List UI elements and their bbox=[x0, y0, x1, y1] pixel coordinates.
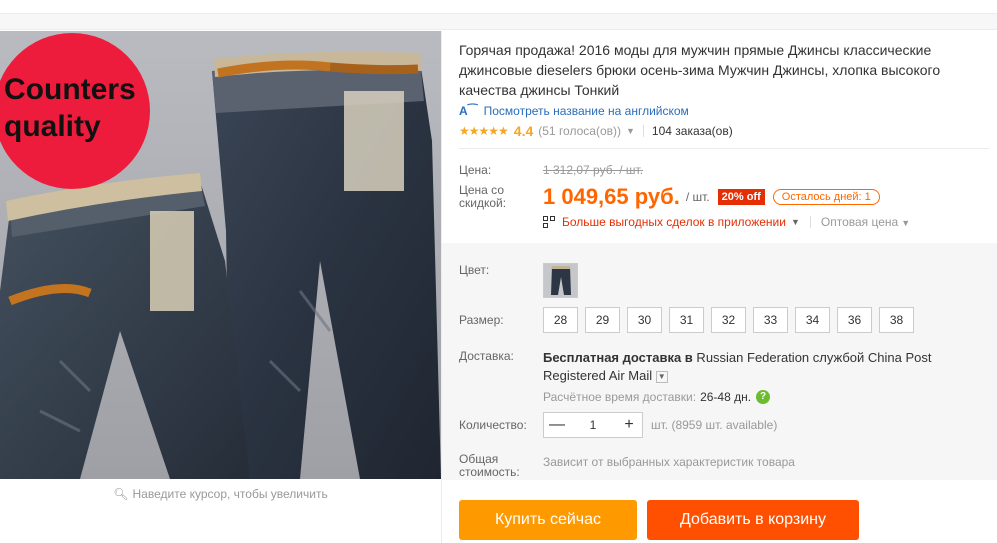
increase-button[interactable]: + bbox=[616, 413, 642, 437]
rating-stars-icon: ★★★★★ bbox=[459, 124, 509, 138]
top-bar bbox=[0, 0, 997, 14]
chevron-down-icon[interactable]: ▼ bbox=[626, 126, 635, 136]
badge-text-1: Counters bbox=[4, 73, 136, 106]
delivery-time: Расчётное время доставки: 26-48 дн. ? bbox=[543, 390, 987, 404]
color-option[interactable] bbox=[543, 263, 578, 298]
shipping-method[interactable]: Бесплатная доставка в Russian Federation… bbox=[543, 349, 987, 385]
size-options: 28 29 30 31 32 33 34 36 38 bbox=[543, 307, 914, 333]
rating-row: ★★★★★ 4.4 (51 голоса(ов)) ▼ 104 заказа(о… bbox=[459, 123, 989, 139]
rating-count[interactable]: (51 голоса(ов)) bbox=[538, 124, 621, 138]
delivery-time-value: 26-48 дн. bbox=[700, 390, 752, 404]
total-row: Общая стоимость: Зависит от выбранных ха… bbox=[459, 453, 795, 479]
delivery-time-label: Расчётное время доставки: bbox=[543, 390, 697, 404]
shipping-label: Доставка: bbox=[459, 349, 514, 363]
wholesale-price-link[interactable]: Оптовая цена ▼ bbox=[821, 215, 910, 229]
quantity-row: Количество: — 1 + шт. (8959 шт. availabl… bbox=[459, 412, 777, 438]
rating-separator bbox=[642, 125, 644, 137]
app-deals-row: Больше выгодных сделок в приложении ▼ Оп… bbox=[543, 215, 910, 229]
discount-price: 1 049,65 руб. bbox=[543, 184, 680, 209]
quantity-stepper: — 1 + bbox=[543, 412, 643, 438]
top-strip bbox=[0, 14, 997, 30]
buy-now-button[interactable]: Купить сейчас bbox=[459, 500, 637, 540]
rating-value: 4.4 bbox=[513, 123, 534, 139]
size-option[interactable]: 38 bbox=[879, 307, 914, 333]
color-label: Цвет: bbox=[459, 263, 490, 277]
size-option[interactable]: 29 bbox=[585, 307, 620, 333]
product-info: Горячая продажа! 2016 моды для мужчин пр… bbox=[459, 40, 989, 139]
shipping-row: Доставка: Бесплатная доставка в Russian … bbox=[459, 349, 987, 404]
size-option[interactable]: 28 bbox=[543, 307, 578, 333]
size-option[interactable]: 31 bbox=[669, 307, 704, 333]
zoom-hint-text: Наведите курсор, чтобы увеличить bbox=[132, 487, 328, 501]
product-title: Горячая продажа! 2016 моды для мужчин пр… bbox=[459, 42, 941, 98]
price-label: Цена: bbox=[459, 163, 492, 177]
translate-link[interactable]: A⁀ Посмотреть название на английском bbox=[459, 104, 989, 118]
caret-down-icon[interactable]: ▼ bbox=[791, 217, 800, 227]
size-option[interactable]: 30 bbox=[627, 307, 662, 333]
size-option[interactable]: 32 bbox=[711, 307, 746, 333]
magnifier-icon: 🔍︎ bbox=[113, 487, 129, 501]
per-unit: / шт. bbox=[685, 190, 710, 204]
jeans-photo: Counters quality bbox=[0, 31, 441, 479]
color-row: Цвет: bbox=[459, 263, 578, 298]
total-label: Общая стоимость: bbox=[459, 452, 520, 479]
badge-text-2: quality bbox=[4, 110, 101, 143]
zoom-hint: 🔍︎ Наведите курсор, чтобы увеличить bbox=[0, 482, 441, 506]
decrease-button[interactable]: — bbox=[544, 413, 570, 437]
quantity-label: Количество: bbox=[459, 418, 527, 432]
translate-icon: A⁀ bbox=[459, 104, 478, 118]
add-to-cart-button[interactable]: Добавить в корзину bbox=[647, 500, 859, 540]
size-row: Размер: 28 29 30 31 32 33 34 36 38 bbox=[459, 307, 914, 333]
size-option[interactable]: 34 bbox=[795, 307, 830, 333]
product-image[interactable]: Counters quality bbox=[0, 31, 441, 479]
wholesale-text[interactable]: Оптовая цена bbox=[821, 215, 898, 229]
size-option[interactable]: 36 bbox=[837, 307, 872, 333]
price-block: Цена: 1 312,07 руб. / шт. Цена со скидко… bbox=[459, 163, 989, 210]
total-value: Зависит от выбранных характеристик товар… bbox=[543, 455, 795, 469]
discount-badge: 20% off bbox=[717, 189, 765, 205]
app-separator bbox=[809, 216, 811, 228]
size-label: Размер: bbox=[459, 313, 504, 327]
jeans-thumbnail-icon bbox=[550, 266, 571, 295]
days-left-badge: Осталось дней: 1 bbox=[772, 189, 880, 205]
app-deals-link[interactable]: Больше выгодных сделок в приложении bbox=[562, 215, 786, 229]
chevron-down-icon[interactable]: ▼ bbox=[655, 370, 668, 383]
size-option[interactable]: 33 bbox=[753, 307, 788, 333]
old-price: 1 312,07 руб. / шт. bbox=[543, 163, 644, 177]
translate-link-text[interactable]: Посмотреть название на английском bbox=[484, 104, 689, 118]
quantity-input[interactable]: 1 bbox=[570, 418, 616, 432]
discount-price-label: Цена со скидкой: bbox=[459, 183, 507, 210]
horizontal-divider bbox=[459, 148, 989, 149]
qr-code-icon bbox=[543, 215, 556, 229]
available-stock: шт. (8959 шт. available) bbox=[651, 418, 778, 432]
orders-count: 104 заказа(ов) bbox=[651, 124, 733, 138]
caret-down-icon: ▼ bbox=[901, 218, 911, 228]
free-shipping-text: Бесплатная доставка в bbox=[543, 350, 693, 365]
help-icon[interactable]: ? bbox=[756, 390, 771, 404]
